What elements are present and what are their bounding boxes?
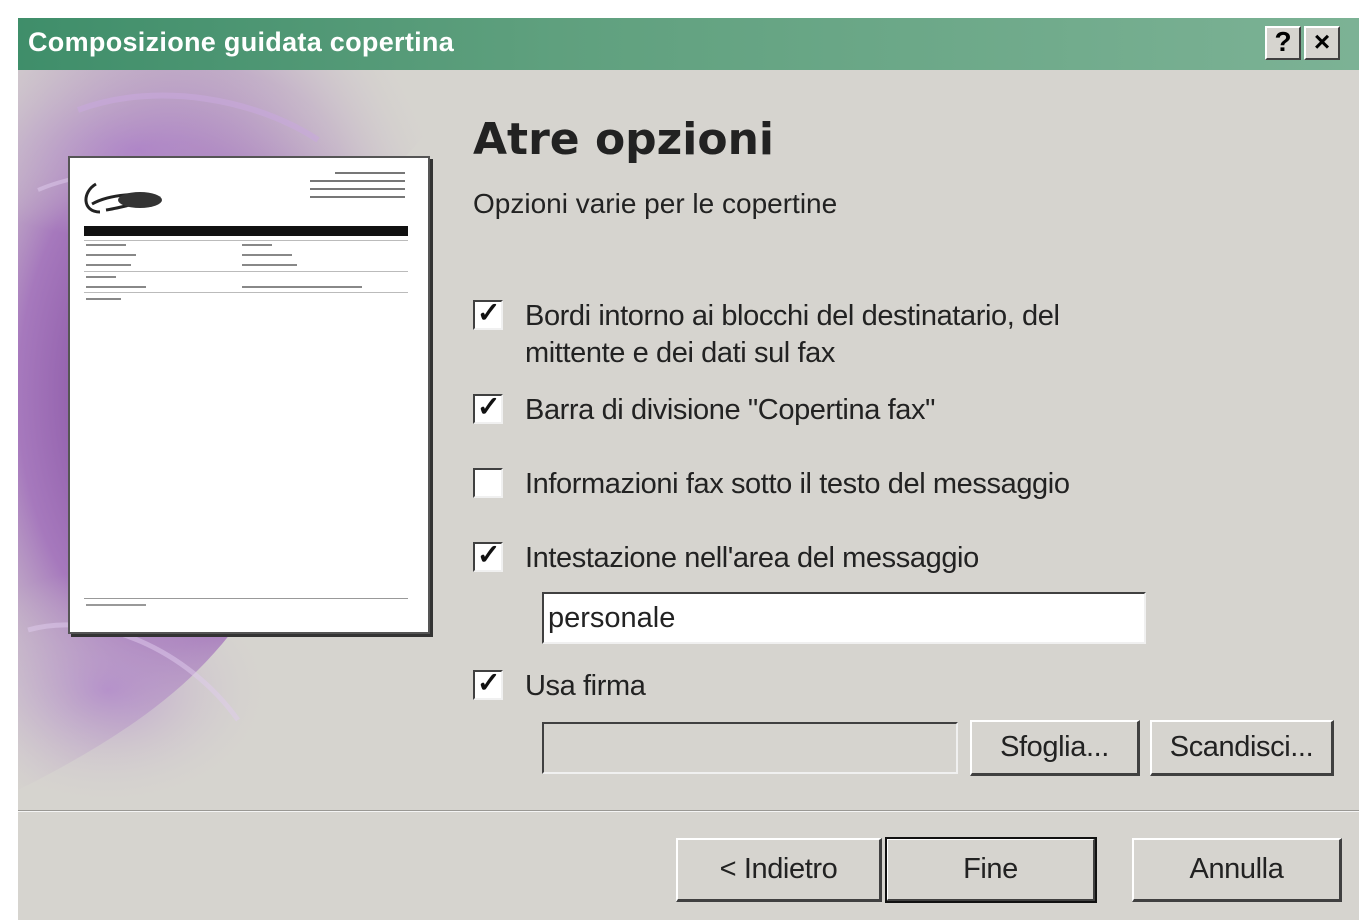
option-label: Informazioni fax sotto il testo del mess…: [525, 468, 1070, 500]
checkbox[interactable]: ✓: [473, 391, 503, 424]
option-divider-bar[interactable]: ✓ Barra di divisione "Copertina fax": [473, 392, 935, 429]
option-label: Barra di divisione "Copertina fax": [525, 394, 935, 426]
divider: [18, 810, 1359, 812]
checkbox[interactable]: ✓: [473, 297, 503, 330]
check-mark-icon: ✓: [477, 297, 501, 328]
option-label: Usa firma: [525, 670, 646, 702]
back-button[interactable]: < Indietro: [676, 838, 882, 902]
title-bar: Composizione guidata copertina ? ×: [18, 18, 1359, 70]
check-mark-icon: ✓: [477, 391, 501, 422]
checkbox[interactable]: ✓: [473, 667, 503, 700]
scan-button[interactable]: Scandisci...: [1150, 720, 1334, 776]
help-button[interactable]: ?: [1265, 26, 1301, 60]
checkbox[interactable]: ✓: [473, 539, 503, 572]
cover-page-preview: [68, 156, 430, 634]
page-title: Atre opzioni: [473, 114, 774, 165]
page-subtitle: Opzioni varie per le copertine: [473, 188, 838, 219]
close-button[interactable]: ×: [1304, 26, 1340, 60]
option-use-signature[interactable]: ✓ Usa firma: [473, 667, 646, 705]
check-mark-icon: ✓: [477, 667, 501, 698]
fax-cover-thumbnail: [84, 172, 408, 606]
option-message-heading[interactable]: ✓ Intestazione nell'area del messaggio: [473, 540, 979, 577]
wizard-window: Composizione guidata copertina ? × Atre …: [18, 18, 1359, 920]
signature-file-field[interactable]: [542, 722, 958, 774]
checkbox[interactable]: [473, 468, 503, 498]
cancel-button[interactable]: Annulla: [1132, 838, 1342, 902]
option-fax-info-below[interactable]: Informazioni fax sotto il testo del mess…: [473, 466, 1070, 503]
option-label: Intestazione nell'area del messaggio: [525, 542, 979, 574]
heading-text-field[interactable]: [542, 592, 1146, 644]
option-borders[interactable]: ✓ Bordi intorno ai blocchi del destinata…: [473, 298, 1060, 372]
window-title: Composizione guidata copertina: [28, 27, 455, 57]
browse-button[interactable]: Sfoglia...: [970, 720, 1140, 776]
finish-button[interactable]: Fine: [885, 837, 1097, 903]
option-label: Bordi intorno ai blocchi del destinatari…: [525, 300, 1060, 369]
check-mark-icon: ✓: [477, 539, 501, 570]
